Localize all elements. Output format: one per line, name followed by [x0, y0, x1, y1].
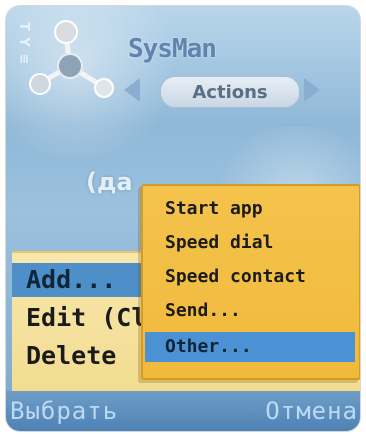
- add-options-popup-menu: Start app Speed dial Speed contact Send.…: [141, 184, 360, 380]
- menu-item-label: Send...: [165, 300, 241, 321]
- app-title: SysMan: [128, 34, 217, 64]
- menu-item-label: Speed dial: [165, 232, 274, 253]
- menu-item-other[interactable]: Other...: [145, 332, 355, 362]
- softkey-bar: Выбрать Отмена: [6, 391, 360, 431]
- menu-item-send[interactable]: Send...: [145, 296, 355, 326]
- list-item-edit[interactable]: Edit (Cl: [26, 301, 146, 335]
- arrow-right-icon[interactable]: [304, 78, 320, 102]
- list-item-label: Delete: [26, 341, 117, 370]
- menu-item-label: Start app: [165, 198, 263, 219]
- cancel-softkey[interactable]: Отмена: [265, 397, 358, 425]
- menu-item-speed-dial[interactable]: Speed dial: [145, 228, 355, 258]
- menu-item-speed-contact[interactable]: Speed contact: [145, 262, 355, 292]
- arrow-left-icon[interactable]: [124, 78, 140, 102]
- phone-screen: T Y ≡ SysMan Actions (да Add... Edit (Cl…: [6, 6, 360, 431]
- list-item-label: Edit (Cl: [26, 303, 147, 332]
- select-softkey[interactable]: Выбрать: [10, 397, 118, 425]
- list-item-label: Add...: [26, 265, 117, 294]
- background-partial-text: (да: [86, 168, 133, 196]
- menu-item-start-app[interactable]: Start app: [145, 194, 355, 224]
- tab-actions-label: Actions: [192, 81, 268, 103]
- molecule-logo-icon: [29, 20, 114, 98]
- menu-item-label: Other...: [165, 336, 252, 357]
- menu-item-label: Speed contact: [165, 266, 306, 287]
- list-item-delete[interactable]: Delete: [26, 339, 116, 373]
- tab-actions[interactable]: Actions: [160, 76, 300, 108]
